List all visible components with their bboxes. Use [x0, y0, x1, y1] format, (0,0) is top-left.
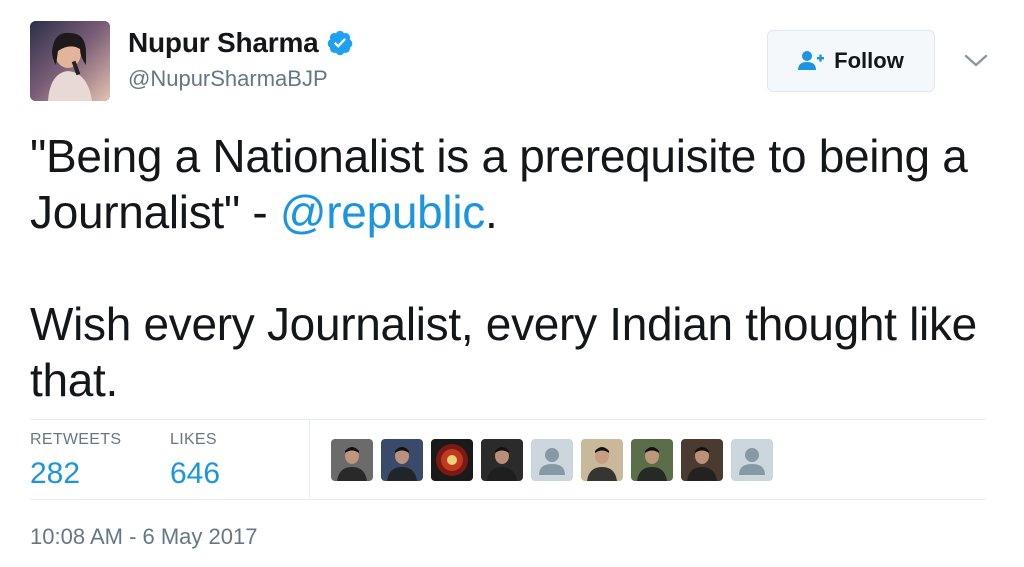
- liker-avatar[interactable]: [331, 439, 373, 481]
- liker-photo: [381, 439, 423, 481]
- chevron-down-icon[interactable]: [963, 52, 989, 70]
- retweets-count: 282: [30, 457, 81, 490]
- user-handle[interactable]: @NupurSharmaBJP: [128, 66, 328, 92]
- retweets-stat[interactable]: RETWEETS 282: [30, 431, 121, 491]
- follow-button-label: Follow: [834, 48, 904, 73]
- default-profile-icon: [531, 439, 573, 481]
- likes-label: LIKES: [170, 431, 217, 448]
- user-display-name[interactable]: Nupur Sharma: [128, 27, 319, 59]
- liker-photo: [631, 439, 673, 481]
- liker-avatar[interactable]: [581, 439, 623, 481]
- likes-count: 646: [170, 457, 221, 490]
- user-name-row: Nupur Sharma: [128, 27, 354, 59]
- liker-avatar[interactable]: [631, 439, 673, 481]
- tweet-paragraph-1: "Being a Nationalist is a prerequisite t…: [30, 128, 990, 240]
- tweet-paragraph-2: Wish every Journalist, every Indian thou…: [30, 298, 977, 406]
- likers-avatars: [331, 439, 773, 481]
- liker-avatar[interactable]: [431, 439, 473, 481]
- mention-link[interactable]: @republic: [280, 186, 485, 238]
- liker-photo: [481, 439, 523, 481]
- tweet-quote-text: "Being a Nationalist is a prerequisite t…: [30, 130, 968, 238]
- liker-avatar[interactable]: [731, 439, 773, 481]
- user-avatar[interactable]: [30, 21, 110, 101]
- tweet-period: .: [484, 186, 498, 238]
- liker-avatar[interactable]: [481, 439, 523, 481]
- tweet-text: "Being a Nationalist is a prerequisite t…: [30, 128, 990, 408]
- likes-stat[interactable]: LIKES 646: [170, 431, 220, 491]
- verified-badge-icon: [327, 30, 352, 56]
- liker-photo: [331, 439, 373, 481]
- stats-bottom-divider: [30, 499, 986, 500]
- add-user-icon: [798, 50, 825, 72]
- retweets-label: RETWEETS: [30, 431, 122, 448]
- liker-avatar[interactable]: [381, 439, 423, 481]
- stats-vertical-divider: [309, 420, 310, 498]
- liker-photo: [581, 439, 623, 481]
- liker-avatar[interactable]: [681, 439, 723, 481]
- avatar-image: [30, 21, 110, 101]
- liker-photo: [431, 439, 473, 481]
- default-profile-icon: [731, 439, 773, 481]
- liker-avatar[interactable]: [531, 439, 573, 481]
- liker-photo: [681, 439, 723, 481]
- stats-top-divider: [30, 419, 986, 420]
- follow-button[interactable]: Follow: [767, 30, 935, 92]
- tweet-timestamp[interactable]: 10:08 AM - 6 May 2017: [30, 524, 257, 550]
